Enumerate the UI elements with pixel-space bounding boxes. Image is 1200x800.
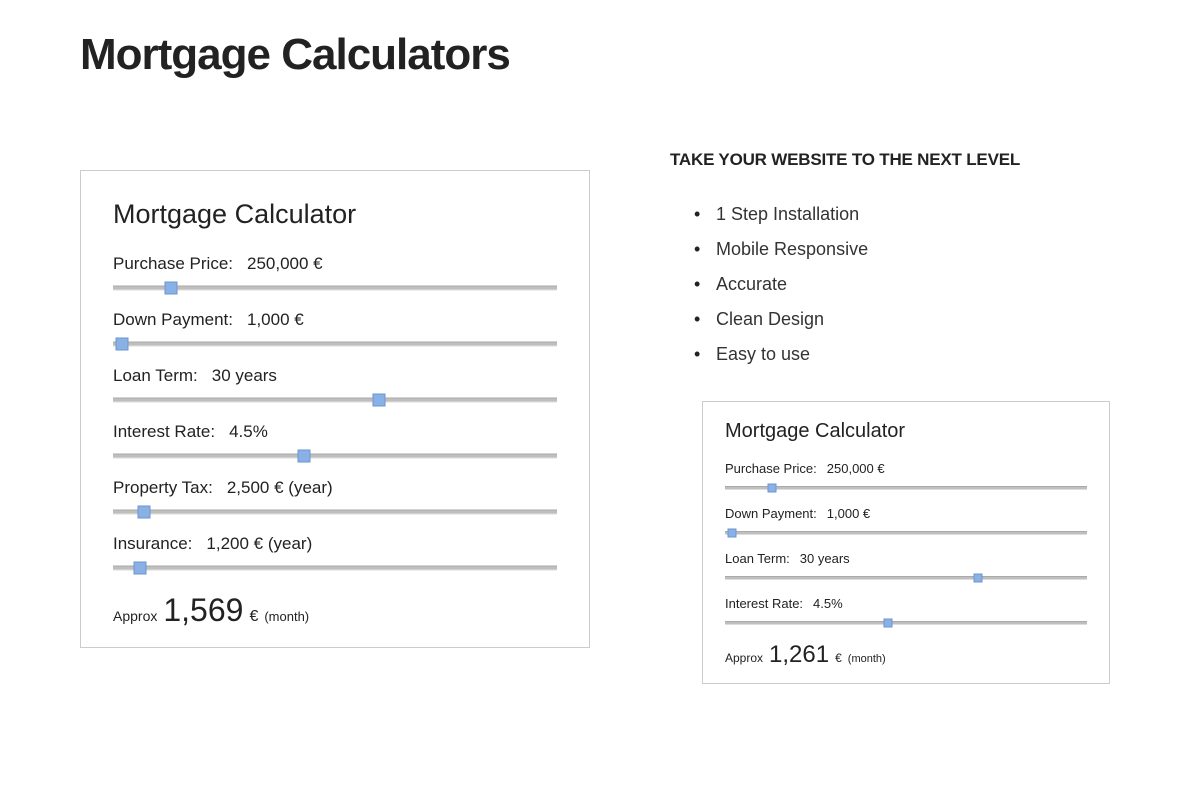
slider-thumb[interactable] xyxy=(974,574,983,583)
slider[interactable] xyxy=(113,502,557,522)
field-label: Loan Term: xyxy=(113,366,198,386)
field-label: Interest Rate: xyxy=(725,596,803,611)
content-columns: Mortgage Calculator Purchase Price: 250,0… xyxy=(80,170,1120,684)
field-label: Interest Rate: xyxy=(113,422,215,442)
calculator-field: Interest Rate: 4.5% xyxy=(725,596,1087,631)
field-label: Loan Term: xyxy=(725,551,790,566)
calculator-field: Insurance: 1,200 € (year) xyxy=(113,534,557,578)
calculator-field: Down Payment: 1,000 € xyxy=(113,310,557,354)
field-label-row: Purchase Price: 250,000 € xyxy=(725,461,1087,476)
calculator-field: Interest Rate: 4.5% xyxy=(113,422,557,466)
field-label-row: Purchase Price: 250,000 € xyxy=(113,254,557,274)
slider[interactable] xyxy=(725,570,1087,586)
field-value: 250,000 € xyxy=(247,254,323,274)
promo-heading: TAKE YOUR WEBSITE TO THE NEXT LEVEL xyxy=(670,150,1110,170)
calculator-field: Loan Term: 30 years xyxy=(113,366,557,410)
slider-thumb[interactable] xyxy=(297,450,310,463)
slider-thumb[interactable] xyxy=(133,562,146,575)
mortgage-calculator-small: Mortgage Calculator Purchase Price: 250,0… xyxy=(702,401,1110,684)
mortgage-calculator-large: Mortgage Calculator Purchase Price: 250,0… xyxy=(80,170,590,648)
calculator-title: Mortgage Calculator xyxy=(725,420,1087,443)
field-label-row: Down Payment: 1,000 € xyxy=(113,310,557,330)
slider[interactable] xyxy=(113,334,557,354)
result-currency: € xyxy=(249,608,258,626)
slider[interactable] xyxy=(725,480,1087,496)
slider[interactable] xyxy=(113,390,557,410)
field-value: 4.5% xyxy=(813,596,843,611)
field-label-row: Down Payment: 1,000 € xyxy=(725,506,1087,521)
result-period: (month) xyxy=(264,609,309,624)
calculator-field: Loan Term: 30 years xyxy=(725,551,1087,586)
calculator-field: Property Tax: 2,500 € (year) xyxy=(113,478,557,522)
field-label-row: Interest Rate: 4.5% xyxy=(113,422,557,442)
field-value: 1,200 € (year) xyxy=(206,534,312,554)
calculator-field: Purchase Price: 250,000 € xyxy=(113,254,557,298)
field-value: 250,000 € xyxy=(827,461,885,476)
slider-thumb[interactable] xyxy=(728,529,737,538)
result-row: Approx 1,569 € (month) xyxy=(113,592,557,629)
field-label-row: Loan Term: 30 years xyxy=(113,366,557,386)
slider-thumb[interactable] xyxy=(373,394,386,407)
field-value: 1,000 € xyxy=(827,506,870,521)
field-label-row: Insurance: 1,200 € (year) xyxy=(113,534,557,554)
field-label: Property Tax: xyxy=(113,478,213,498)
field-value: 4.5% xyxy=(229,422,268,442)
result-currency: € xyxy=(835,651,842,665)
slider-thumb[interactable] xyxy=(115,338,128,351)
field-label: Purchase Price: xyxy=(113,254,233,274)
result-row: Approx 1,261 € (month) xyxy=(725,641,1087,669)
feature-list: 1 Step Installation Mobile Responsive Accu… xyxy=(716,204,1110,365)
result-amount: 1,261 xyxy=(769,641,829,669)
calculator-field: Down Payment: 1,000 € xyxy=(725,506,1087,541)
field-value: 1,000 € xyxy=(247,310,304,330)
slider[interactable] xyxy=(113,446,557,466)
feature-item: Accurate xyxy=(716,274,1110,295)
result-approx-label: Approx xyxy=(113,608,157,624)
slider[interactable] xyxy=(725,525,1087,541)
field-label: Down Payment: xyxy=(113,310,233,330)
field-value: 30 years xyxy=(800,551,850,566)
slider-thumb[interactable] xyxy=(768,484,777,493)
slider-thumb[interactable] xyxy=(883,619,892,628)
field-label: Down Payment: xyxy=(725,506,817,521)
result-period: (month) xyxy=(848,653,886,665)
field-value: 2,500 € (year) xyxy=(227,478,333,498)
field-label-row: Loan Term: 30 years xyxy=(725,551,1087,566)
field-value: 30 years xyxy=(212,366,277,386)
field-label: Insurance: xyxy=(113,534,192,554)
result-approx-label: Approx xyxy=(725,651,763,665)
page-title: Mortgage Calculators xyxy=(80,30,1120,80)
feature-item: Easy to use xyxy=(716,344,1110,365)
feature-item: 1 Step Installation xyxy=(716,204,1110,225)
slider[interactable] xyxy=(725,615,1087,631)
slider[interactable] xyxy=(113,278,557,298)
field-label-row: Property Tax: 2,500 € (year) xyxy=(113,478,557,498)
calculator-title: Mortgage Calculator xyxy=(113,199,557,230)
slider[interactable] xyxy=(113,558,557,578)
slider-thumb[interactable] xyxy=(138,506,151,519)
result-amount: 1,569 xyxy=(163,592,243,629)
field-label-row: Interest Rate: 4.5% xyxy=(725,596,1087,611)
calculator-field: Purchase Price: 250,000 € xyxy=(725,461,1087,496)
field-label: Purchase Price: xyxy=(725,461,817,476)
feature-item: Mobile Responsive xyxy=(716,239,1110,260)
feature-item: Clean Design xyxy=(716,309,1110,330)
slider-thumb[interactable] xyxy=(164,282,177,295)
